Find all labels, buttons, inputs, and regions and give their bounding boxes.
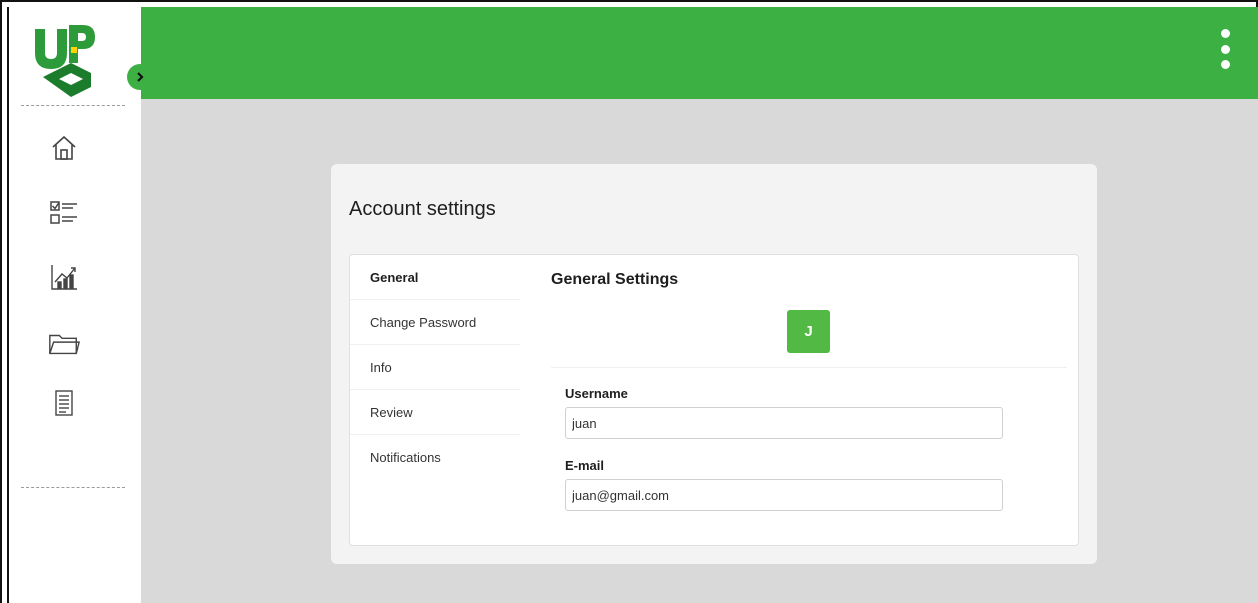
settings-menu: General Change Password Info Review Noti… bbox=[350, 255, 520, 480]
general-settings-title: General Settings bbox=[551, 271, 679, 288]
settings-tab-review[interactable]: Review bbox=[350, 390, 520, 435]
kebab-menu-icon[interactable] bbox=[1218, 29, 1232, 69]
username-label: Username bbox=[565, 386, 628, 401]
account-settings-card: Account settings General Change Password… bbox=[331, 164, 1097, 564]
top-bar bbox=[141, 7, 1258, 99]
chart-icon[interactable] bbox=[47, 260, 81, 294]
email-label: E-mail bbox=[565, 458, 605, 473]
settings-tab-general[interactable]: General bbox=[350, 255, 520, 300]
username-input[interactable] bbox=[565, 407, 1003, 439]
page-title: Account settings bbox=[349, 198, 496, 220]
avatar[interactable]: J bbox=[787, 310, 830, 353]
home-icon[interactable] bbox=[47, 131, 81, 165]
sidebar bbox=[7, 7, 141, 603]
sidebar-divider-top bbox=[21, 105, 125, 106]
document-icon[interactable] bbox=[47, 386, 81, 420]
settings-tab-info[interactable]: Info bbox=[350, 345, 520, 390]
expand-sidebar-button[interactable] bbox=[127, 64, 153, 90]
chevron-right-icon bbox=[137, 72, 144, 82]
app-logo bbox=[31, 21, 101, 99]
main-content: Account settings General Change Password… bbox=[141, 99, 1258, 603]
section-divider bbox=[551, 367, 1067, 368]
checklist-icon[interactable] bbox=[47, 195, 81, 229]
email-input[interactable] bbox=[565, 479, 1003, 511]
settings-panel: General Change Password Info Review Noti… bbox=[349, 254, 1079, 546]
folder-icon[interactable] bbox=[47, 327, 81, 361]
settings-tab-notifications[interactable]: Notifications bbox=[350, 435, 520, 480]
settings-tab-change-password[interactable]: Change Password bbox=[350, 300, 520, 345]
sidebar-divider-bottom bbox=[21, 487, 125, 488]
